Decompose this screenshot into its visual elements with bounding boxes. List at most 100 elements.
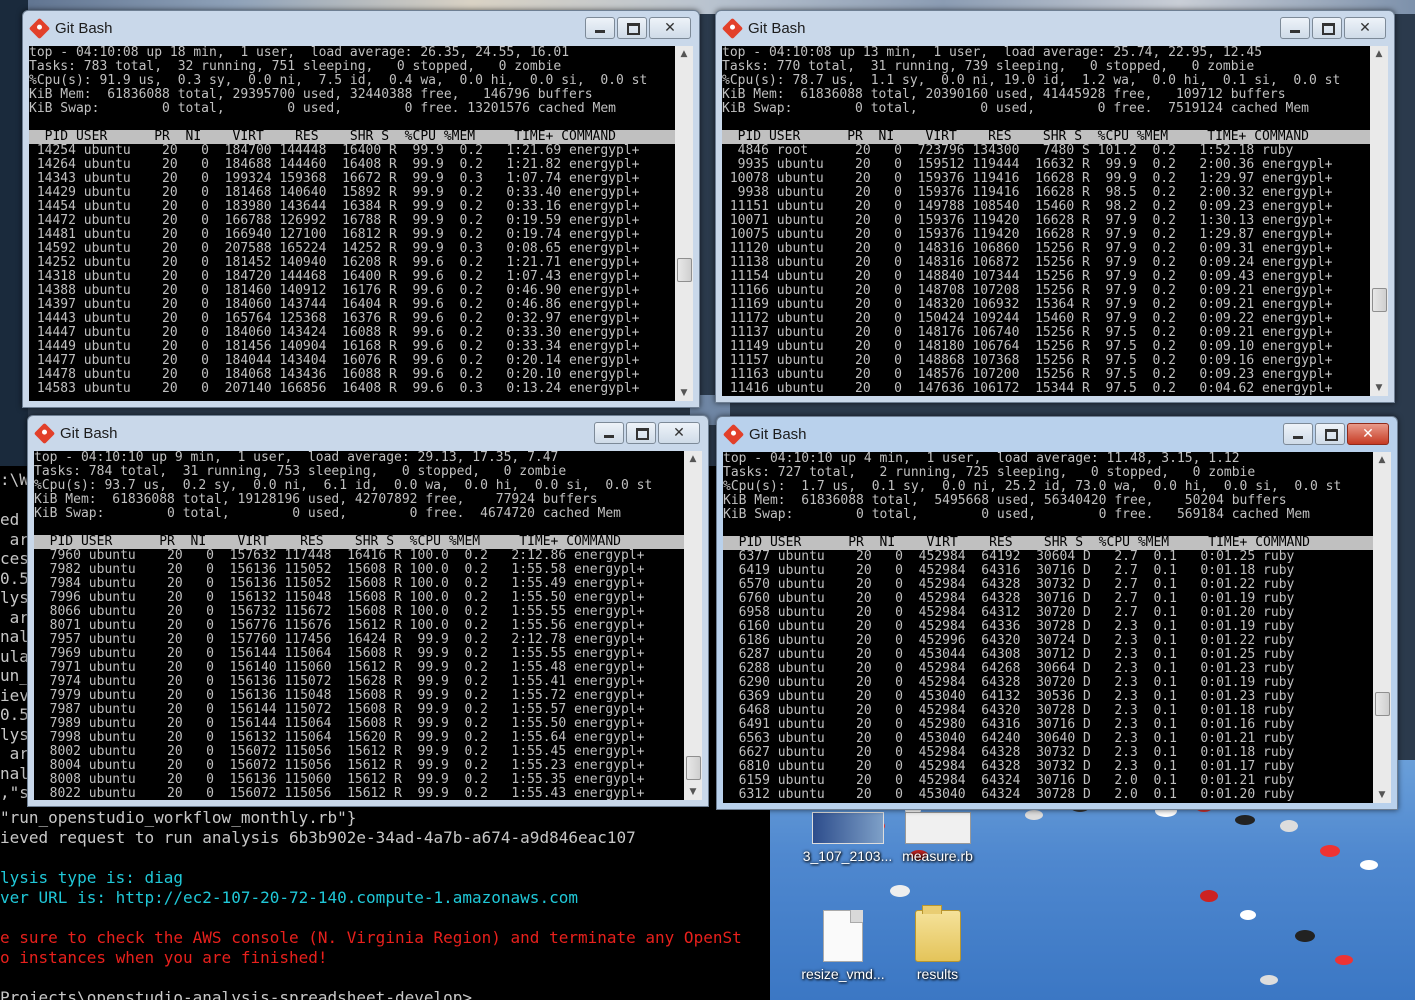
process-row: 7979 ubuntu 20 0 156136 115048 15608 R 9… bbox=[34, 688, 645, 703]
top-summary-line: KiB Swap: 0 total, 0 used, 0 free. 75191… bbox=[722, 101, 1309, 116]
scroll-down-icon[interactable]: ▼ bbox=[675, 385, 693, 401]
close-button[interactable]: ✕ bbox=[658, 422, 700, 444]
process-row: 6287 ubuntu 20 0 453044 64308 30712 D 2.… bbox=[723, 647, 1295, 662]
terminal-output[interactable]: top - 04:10:10 up 9 min, 1 user, load av… bbox=[34, 451, 684, 800]
skydiver bbox=[1320, 845, 1340, 857]
vertical-scrollbar[interactable]: ▲ ▼ bbox=[684, 451, 702, 800]
process-row: 7960 ubuntu 20 0 157632 117448 16416 R 1… bbox=[34, 548, 645, 563]
minimize-button[interactable] bbox=[585, 17, 615, 39]
skydiver bbox=[1240, 910, 1256, 920]
git-icon bbox=[722, 423, 745, 446]
scroll-thumb[interactable] bbox=[686, 756, 701, 780]
git-bash-window-1[interactable]: Git Bash ✕ top - 04:10:08 up 18 min, 1 use… bbox=[22, 10, 700, 408]
process-row: 9938 ubuntu 20 0 159376 119416 16628 R 9… bbox=[722, 185, 1333, 200]
close-button[interactable]: ✕ bbox=[1344, 17, 1386, 39]
top-summary-line: Tasks: 784 total, 31 running, 753 sleepi… bbox=[34, 464, 567, 479]
title-bar[interactable]: Git Bash ✕ bbox=[716, 11, 1394, 45]
scroll-thumb[interactable] bbox=[1375, 692, 1390, 716]
git-icon bbox=[33, 422, 56, 445]
scroll-up-icon[interactable]: ▲ bbox=[684, 451, 702, 467]
vertical-scrollbar[interactable]: ▲ ▼ bbox=[675, 46, 693, 401]
scroll-thumb[interactable] bbox=[1372, 288, 1387, 312]
terminal-output[interactable]: top - 04:10:10 up 4 min, 1 user, load av… bbox=[723, 452, 1373, 803]
process-row: 6290 ubuntu 20 0 452984 64328 30720 D 2.… bbox=[723, 675, 1295, 690]
process-row: 7987 ubuntu 20 0 156144 115072 15608 R 9… bbox=[34, 702, 645, 717]
process-row: 6159 ubuntu 20 0 452984 64324 30716 D 2.… bbox=[723, 773, 1295, 788]
skydiver bbox=[1235, 815, 1255, 825]
scroll-down-icon[interactable]: ▼ bbox=[684, 784, 702, 800]
process-row: 11172 ubuntu 20 0 150424 109244 15460 R … bbox=[722, 311, 1333, 326]
desktop-icon-resize[interactable]: resize_vmd... bbox=[798, 910, 888, 982]
process-row: 6627 ubuntu 20 0 452984 64328 30732 D 2.… bbox=[723, 745, 1295, 760]
git-bash-window-4[interactable]: Git Bash ✕ top - 04:10:10 up 4 min, 1 user… bbox=[716, 416, 1398, 810]
scroll-up-icon[interactable]: ▲ bbox=[1370, 46, 1388, 62]
git-bash-window-3[interactable]: Git Bash ✕ top - 04:10:10 up 9 min, 1 user… bbox=[27, 415, 709, 807]
skydiver bbox=[1260, 975, 1278, 985]
scroll-thumb[interactable] bbox=[677, 258, 692, 282]
process-row: 8004 ubuntu 20 0 156072 115056 15612 R 9… bbox=[34, 758, 645, 773]
process-row: 14449 ubuntu 20 0 181456 140904 16168 R … bbox=[29, 339, 640, 354]
console-line: "run_openstudio_workflow_monthly.rb"} bbox=[0, 808, 357, 827]
console-line: lysis type is: diag bbox=[0, 868, 184, 887]
minimize-button[interactable] bbox=[594, 422, 624, 444]
close-button[interactable]: ✕ bbox=[649, 17, 691, 39]
process-row: 11416 ubuntu 20 0 147636 106172 15344 R … bbox=[722, 381, 1333, 396]
top-summary-line: KiB Swap: 0 total, 0 used, 0 free. 56918… bbox=[723, 507, 1310, 522]
desktop-icon-results[interactable]: results bbox=[900, 905, 975, 982]
title-bar[interactable]: Git Bash ✕ bbox=[23, 11, 699, 45]
close-button[interactable]: ✕ bbox=[1347, 423, 1389, 445]
maximize-button[interactable] bbox=[617, 17, 647, 39]
desktop-icon-label: measure.rb bbox=[902, 848, 973, 864]
process-row: 6369 ubuntu 20 0 453040 64132 30536 D 2.… bbox=[723, 689, 1295, 704]
desktop-icon-thumbnail[interactable]: 3_107_2103... bbox=[800, 812, 895, 864]
maximize-button[interactable] bbox=[626, 422, 656, 444]
process-row: 14443 ubuntu 20 0 165764 125368 16376 R … bbox=[29, 311, 640, 326]
process-row: 14429 ubuntu 20 0 181468 140640 15892 R … bbox=[29, 185, 640, 200]
scroll-up-icon[interactable]: ▲ bbox=[675, 46, 693, 62]
title-bar[interactable]: Git Bash ✕ bbox=[717, 417, 1397, 451]
process-row: 4846 root 20 0 723796 134300 7480 S 101.… bbox=[722, 143, 1294, 158]
terminal-output[interactable]: top - 04:10:08 up 18 min, 1 user, load a… bbox=[29, 46, 675, 401]
minimize-button[interactable] bbox=[1280, 17, 1310, 39]
process-row: 9935 ubuntu 20 0 159512 119444 16632 R 9… bbox=[722, 157, 1333, 172]
top-summary-line: KiB Swap: 0 total, 0 used, 0 free. 46747… bbox=[34, 506, 621, 521]
thumbnail-icon bbox=[811, 812, 884, 844]
console-fragment: 0.5 bbox=[0, 705, 29, 724]
process-row: 6312 ubuntu 20 0 453040 64324 30728 D 2.… bbox=[723, 787, 1295, 802]
terminal-output[interactable]: top - 04:10:08 up 13 min, 1 user, load a… bbox=[722, 46, 1370, 396]
close-icon: ✕ bbox=[664, 20, 676, 36]
scroll-down-icon[interactable]: ▼ bbox=[1373, 787, 1391, 803]
process-row: 14583 ubuntu 20 0 207140 166856 16408 R … bbox=[29, 381, 640, 396]
console-line: ver URL is: http://ec2-107-20-72-140.com… bbox=[0, 888, 578, 907]
process-row: 10075 ubuntu 20 0 159376 119420 16628 R … bbox=[722, 227, 1333, 242]
window-controls: ✕ bbox=[592, 422, 700, 444]
scroll-down-icon[interactable]: ▼ bbox=[1370, 380, 1388, 396]
maximize-button[interactable] bbox=[1315, 423, 1345, 445]
maximize-button[interactable] bbox=[1312, 17, 1342, 39]
close-icon: ✕ bbox=[1362, 426, 1374, 442]
close-icon: ✕ bbox=[1359, 20, 1371, 36]
process-row: 14343 ubuntu 20 0 199324 159368 16672 R … bbox=[29, 171, 640, 186]
scroll-up-icon[interactable]: ▲ bbox=[1373, 452, 1391, 468]
process-row: 8071 ubuntu 20 0 156776 115676 15612 R 1… bbox=[34, 618, 645, 633]
vertical-scrollbar[interactable]: ▲ ▼ bbox=[1373, 452, 1391, 803]
process-row: 6186 ubuntu 20 0 452996 64320 30724 D 2.… bbox=[723, 633, 1295, 648]
desktop-icon-measure[interactable]: measure.rb bbox=[895, 812, 980, 864]
process-row: 7982 ubuntu 20 0 156136 115052 15608 R 1… bbox=[34, 562, 645, 577]
process-row: 14477 ubuntu 20 0 184044 143404 16076 R … bbox=[29, 353, 640, 368]
process-row: 7998 ubuntu 20 0 156132 115064 15620 R 9… bbox=[34, 730, 645, 745]
process-row: 6570 ubuntu 20 0 452984 64328 30732 D 2.… bbox=[723, 577, 1295, 592]
console-tab-fragment: :\W bbox=[0, 470, 29, 489]
title-bar[interactable]: Git Bash ✕ bbox=[28, 416, 708, 450]
top-summary-line: Tasks: 770 total, 31 running, 739 sleepi… bbox=[722, 59, 1255, 74]
top-summary-line: %Cpu(s): 93.7 us, 0.2 sy, 0.0 ni, 6.1 id… bbox=[34, 478, 653, 493]
process-row: 11169 ubuntu 20 0 148320 106932 15364 R … bbox=[722, 297, 1333, 312]
window-controls: ✕ bbox=[1281, 423, 1389, 445]
vertical-scrollbar[interactable]: ▲ ▼ bbox=[1370, 46, 1388, 396]
git-bash-window-2[interactable]: Git Bash ✕ top - 04:10:08 up 13 min, 1 use… bbox=[715, 10, 1395, 403]
minimize-icon bbox=[595, 30, 605, 33]
window-controls: ✕ bbox=[1278, 17, 1386, 39]
process-row: 6468 ubuntu 20 0 452984 64320 30728 D 2.… bbox=[723, 703, 1295, 718]
top-summary-line: KiB Mem: 61836088 total, 5495668 used, 5… bbox=[723, 493, 1287, 508]
minimize-button[interactable] bbox=[1283, 423, 1313, 445]
